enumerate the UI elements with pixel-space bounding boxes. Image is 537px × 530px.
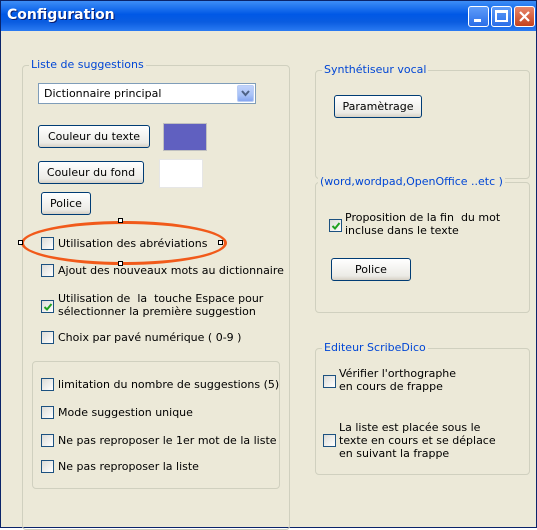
option-label: limitation du nombre de suggestions (5) xyxy=(58,378,280,391)
suggestions-legend: Liste de suggestions xyxy=(29,58,146,71)
selection-handle xyxy=(118,218,123,223)
option-add-words[interactable]: Ajout des nouveaux mots au dictionnaire xyxy=(41,264,284,277)
bg-color-button[interactable]: Couleur du fond xyxy=(38,161,144,184)
bg-color-swatch[interactable] xyxy=(159,159,203,188)
annotation-ellipse xyxy=(21,221,227,265)
option-no-repeat-first[interactable]: Ne pas reproposer le 1er mot de la liste xyxy=(41,434,277,447)
option-label: Ne pas reproposer la liste xyxy=(58,460,199,473)
editor-legend: Editeur ScribeDico xyxy=(322,341,428,354)
check-icon xyxy=(43,303,53,311)
checkbox[interactable] xyxy=(41,460,54,473)
option-no-repeat-list[interactable]: Ne pas reproposer la liste xyxy=(41,460,199,473)
checkbox-checked[interactable] xyxy=(329,219,342,232)
close-button[interactable] xyxy=(514,6,535,27)
checkbox[interactable] xyxy=(41,378,54,391)
configuration-window: Configuration Liste de suggestions Dicti… xyxy=(0,0,537,530)
option-label: Vérifier l'orthographe en cours de frapp… xyxy=(339,367,457,393)
checkbox[interactable] xyxy=(323,434,336,447)
option-single-suggestion[interactable]: Mode suggestion unique xyxy=(41,406,193,419)
option-label: Proposition de la fin du mot incluse dan… xyxy=(345,211,501,237)
checkbox[interactable] xyxy=(41,406,54,419)
synth-legend: Synthétiseur vocal xyxy=(322,63,429,76)
option-label: Ne pas reproposer le 1er mot de la liste xyxy=(58,434,277,447)
option-spellcheck[interactable]: Vérifier l'orthographe en cours de frapp… xyxy=(323,367,456,393)
minimize-icon xyxy=(474,19,481,22)
selection-handle xyxy=(18,240,23,245)
text-color-button[interactable]: Couleur du texte xyxy=(38,125,150,148)
option-numpad[interactable]: Choix par pavé numérique ( 0-9 ) xyxy=(41,331,241,344)
dictionary-select[interactable]: Dictionnaire principal xyxy=(38,83,256,104)
apps-legend: (word,wordpad,OpenOffice ..etc ) xyxy=(318,175,505,188)
checkbox[interactable] xyxy=(41,434,54,447)
minimize-button[interactable] xyxy=(468,6,489,27)
settings-button[interactable]: Paramètrage xyxy=(334,95,422,118)
checkbox[interactable] xyxy=(41,264,54,277)
checkbox[interactable] xyxy=(323,375,336,388)
option-limit-suggestions[interactable]: limitation du nombre de suggestions (5) xyxy=(41,378,279,391)
maximize-icon xyxy=(495,10,508,22)
option-label: Utilisation de la touche Espace pour sél… xyxy=(58,292,264,318)
selection-handle xyxy=(218,240,223,245)
option-label: Choix par pavé numérique ( 0-9 ) xyxy=(58,331,242,344)
window-title: Configuration xyxy=(7,7,115,23)
option-label: Mode suggestion unique xyxy=(58,406,193,419)
synth-group: Synthétiseur vocal xyxy=(315,63,530,179)
maximize-button[interactable] xyxy=(491,6,512,27)
option-word-completion[interactable]: Proposition de la fin du mot incluse dan… xyxy=(329,211,500,237)
option-label: La liste est placée sous le texte en cou… xyxy=(339,421,496,460)
title-bar[interactable]: Configuration xyxy=(1,1,536,31)
dictionary-select-value: Dictionnaire principal xyxy=(44,87,162,100)
check-icon xyxy=(331,222,341,230)
chevron-down-icon[interactable] xyxy=(237,85,254,102)
option-space-key[interactable]: Utilisation de la touche Espace pour sél… xyxy=(41,292,263,318)
option-label: Ajout des nouveaux mots au dictionnaire xyxy=(58,264,284,277)
option-list-follows[interactable]: La liste est placée sous le texte en cou… xyxy=(323,421,496,460)
checkbox-checked[interactable] xyxy=(41,300,54,313)
suggestions-font-button[interactable]: Police xyxy=(41,192,91,215)
apps-group: (word,wordpad,OpenOffice ..etc ) xyxy=(315,175,530,313)
close-icon xyxy=(519,11,530,22)
checkbox[interactable] xyxy=(41,331,54,344)
text-color-swatch[interactable] xyxy=(163,123,207,151)
apps-font-button[interactable]: Police xyxy=(331,258,411,281)
